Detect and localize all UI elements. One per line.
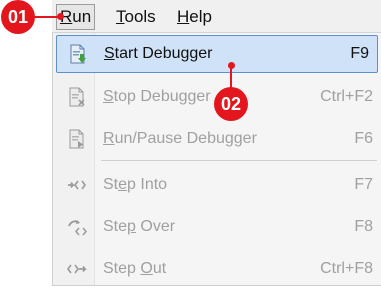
menu-separator [101, 160, 377, 161]
pause-label-mnemonic: R [103, 130, 115, 147]
step-over-pre: Ste [103, 218, 128, 235]
stop-debugger-label: Stop Debugger [103, 87, 211, 107]
step-out-pre: Step [103, 260, 141, 277]
step-into-label: Step Into [103, 175, 167, 195]
menu-help[interactable]: Help [177, 6, 212, 28]
step-over-post: Over [135, 218, 176, 235]
stop-debugger-icon [67, 87, 87, 107]
run-pause-debugger-label: Run/Pause Debugger [103, 129, 257, 149]
step-out-mnemonic: O [140, 260, 153, 277]
callout-02-badge: 02 [214, 87, 248, 121]
menu-item-start-debugger[interactable]: Start Debugger F9 [56, 35, 378, 73]
menu-tools-rest: ools [124, 7, 156, 26]
step-into-pre: St [103, 176, 119, 193]
step-over-icon [67, 217, 87, 237]
pause-label-post: un/Pause Debugger [114, 130, 257, 147]
menu-item-step-over[interactable]: Step Over F8 [53, 208, 381, 246]
step-over-shortcut: F8 [354, 218, 373, 235]
step-out-post: ut [152, 260, 167, 277]
menu-help-rest: elp [189, 7, 212, 26]
step-out-shortcut: Ctrl+F8 [320, 260, 373, 277]
menu-item-step-into[interactable]: Step Into F7 [53, 166, 381, 204]
step-over-mnemonic: p [127, 218, 136, 235]
step-into-post: p Into [127, 176, 168, 193]
start-debugger-icon [68, 44, 88, 64]
start-label-mnemonic: S [104, 45, 115, 62]
menu-item-step-out[interactable]: Step Out Ctrl+F8 [53, 250, 381, 288]
stop-debugger-shortcut: Ctrl+F2 [320, 88, 373, 105]
menu-item-run-pause-debugger[interactable]: Run/Pause Debugger F6 [53, 120, 381, 158]
run-pause-debugger-icon [67, 129, 87, 149]
start-debugger-shortcut: F9 [350, 45, 369, 62]
run-menu-dropdown: Start Debugger F9 Stop Debugger Ctrl+F2 [52, 33, 381, 286]
menu-run-rest: un [72, 7, 92, 26]
step-over-label: Step Over [103, 217, 175, 237]
step-into-shortcut: F7 [354, 176, 373, 193]
menu-help-mnemonic: H [177, 7, 190, 26]
callout-02-line [230, 66, 232, 88]
step-into-icon [67, 175, 87, 195]
stop-label-mnemonic: S [103, 88, 114, 105]
callout-01-dot [57, 13, 64, 20]
menu-tools-mnemonic: T [116, 7, 125, 26]
run-pause-debugger-shortcut: F6 [354, 130, 373, 147]
menu-bar: Run Tools Help [52, 0, 381, 33]
step-out-icon [67, 259, 87, 279]
stop-label-post: top Debugger [113, 88, 211, 105]
start-debugger-label: Start Debugger [104, 44, 213, 64]
callout-01-badge: 01 [1, 0, 35, 34]
start-label-post: tart Debugger [114, 45, 213, 62]
menu-tools[interactable]: Tools [116, 6, 156, 28]
step-out-label: Step Out [103, 259, 166, 279]
step-into-mnemonic: e [118, 176, 128, 193]
